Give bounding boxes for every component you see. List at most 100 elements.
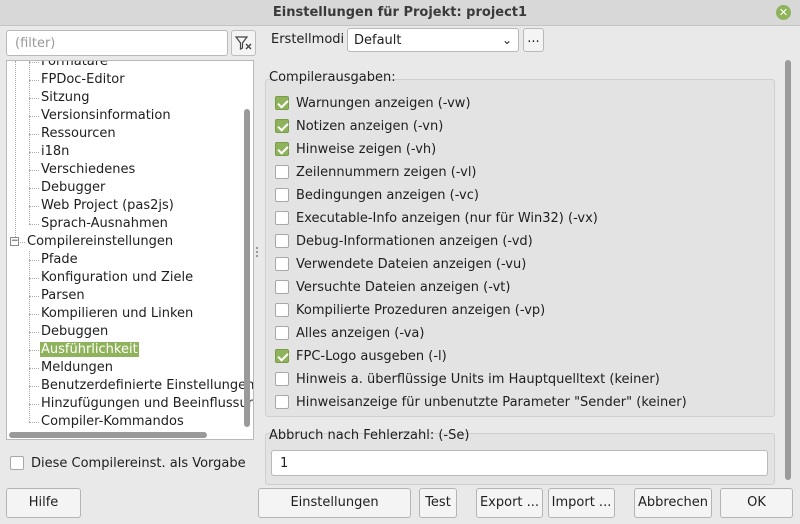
- cancel-button[interactable]: Abbrechen: [634, 488, 712, 518]
- error-limit-input[interactable]: 1: [271, 450, 768, 476]
- compiler-option[interactable]: Hinweisanzeige für unbenutzte Parameter …: [275, 394, 687, 410]
- export-button[interactable]: Export ...: [476, 488, 543, 518]
- options-vertical-scrollbar[interactable]: [785, 60, 791, 480]
- tree-item[interactable]: Compiler-Kommandos: [40, 413, 185, 431]
- tree-item[interactable]: Debugger: [40, 179, 106, 197]
- compiler-option-label: Verwendete Dateien anzeigen (-vu): [296, 256, 527, 272]
- tree-item[interactable]: Hinzufügungen und Beeinflussungen: [40, 395, 253, 413]
- tree-item[interactable]: Web Project (pas2js): [40, 197, 175, 215]
- compiler-option-label: Hinweis a. überflüssige Units im Hauptqu…: [296, 371, 660, 387]
- help-button[interactable]: Hilfe: [6, 488, 81, 518]
- checkbox-icon[interactable]: [275, 165, 289, 179]
- default-compiler-options-label: Diese Compilereinst. als Vorgabe: [31, 455, 246, 471]
- compiler-option-label: Kompilierte Prozeduren anzeigen (-vp): [296, 302, 546, 318]
- compiler-option[interactable]: Debug-Informationen anzeigen (-vd): [275, 233, 533, 249]
- default-compiler-options-checkbox[interactable]: Diese Compilereinst. als Vorgabe: [10, 455, 246, 471]
- checkbox-icon[interactable]: [275, 372, 289, 386]
- tree-item[interactable]: FPDoc-Editor: [40, 71, 126, 89]
- compiler-option[interactable]: Warnungen anzeigen (-vw): [275, 95, 471, 111]
- tree-item-label: Compiler-Kommandos: [41, 414, 184, 429]
- title-bar: Einstellungen für Projekt: project1 ✕: [0, 0, 800, 26]
- checkbox-icon[interactable]: [275, 303, 289, 317]
- compiler-option[interactable]: Zeilennummern zeigen (-vl): [275, 164, 477, 180]
- tree-item[interactable]: Versionsinformation: [40, 107, 172, 125]
- checkbox-icon[interactable]: [275, 349, 289, 363]
- tree-item[interactable]: Ressourcen: [40, 125, 117, 143]
- tree-item[interactable]: Verschiedenes: [40, 161, 136, 179]
- tree-vertical-scrollbar[interactable]: [243, 61, 251, 439]
- checkbox-icon[interactable]: [275, 188, 289, 202]
- tree-item[interactable]: Benutzerdefinierte Einstellungen: [40, 377, 254, 395]
- compiler-option[interactable]: Notizen anzeigen (-vn): [275, 118, 443, 134]
- checkbox-icon[interactable]: [275, 326, 289, 340]
- tree-item[interactable]: Ausführlichkeit: [40, 341, 139, 359]
- tree-item[interactable]: Debuggen: [40, 323, 109, 341]
- compiler-option[interactable]: Alles anzeigen (-va): [275, 325, 424, 341]
- clear-filter-button[interactable]: [231, 30, 256, 56]
- tree-item-label: Web Project (pas2js): [41, 198, 174, 213]
- tree-item-label: Konfiguration und Ziele: [41, 270, 194, 285]
- ok-button[interactable]: OK: [720, 488, 793, 518]
- checkbox-icon[interactable]: [275, 142, 289, 156]
- compiler-option[interactable]: Executable-Info anzeigen (nur für Win32)…: [275, 210, 598, 226]
- compiler-option[interactable]: Verwendete Dateien anzeigen (-vu): [275, 256, 526, 272]
- close-icon[interactable]: ✕: [776, 5, 791, 20]
- compiler-option-label: Zeilennummern zeigen (-vl): [296, 164, 477, 180]
- checkbox-icon[interactable]: [275, 211, 289, 225]
- tree-item[interactable]: Formatare: [40, 60, 109, 71]
- checkbox-icon[interactable]: [275, 395, 289, 409]
- build-mode-label: Erstellmodi: [271, 32, 345, 47]
- splitter-handle[interactable]: [255, 245, 259, 259]
- tree-item[interactable]: Compilereinstellungen: [26, 233, 174, 251]
- collapse-icon[interactable]: −: [10, 237, 19, 246]
- chevron-down-icon: ⌄: [501, 33, 512, 47]
- compiler-option-label: Versuchte Dateien anzeigen (-vt): [296, 279, 511, 295]
- tree-item-label: Debugger: [41, 180, 106, 195]
- compiler-option-label: Bedingungen anzeigen (-vc): [296, 187, 479, 203]
- tree-item-label: Benutzerdefinierte Einstellungen: [41, 378, 254, 393]
- tree-item[interactable]: Sitzung: [40, 89, 91, 107]
- tree-item-label: Formatare: [41, 60, 108, 69]
- tree-item[interactable]: Konfiguration und Ziele: [40, 269, 194, 287]
- tree-item[interactable]: Pfade: [40, 251, 79, 269]
- filter-input[interactable]: (filter): [6, 30, 228, 56]
- build-mode-value: Default: [354, 33, 402, 48]
- checkbox-icon[interactable]: [275, 234, 289, 248]
- compiler-option[interactable]: Hinweise zeigen (-vh): [275, 141, 436, 157]
- tree-item-label: Meldungen: [41, 360, 114, 375]
- checkbox-icon[interactable]: [275, 96, 289, 110]
- filter-clear-icon: [234, 36, 252, 50]
- tree-item-label: Parsen: [41, 288, 85, 303]
- checkbox-icon[interactable]: [275, 280, 289, 294]
- import-button[interactable]: Import ...: [548, 488, 615, 518]
- compiler-option[interactable]: Bedingungen anzeigen (-vc): [275, 187, 479, 203]
- tree-item-label: Verschiedenes: [41, 162, 136, 177]
- tree-item-label: Compilereinstellungen: [27, 234, 174, 249]
- compiler-option[interactable]: Versuchte Dateien anzeigen (-vt): [275, 279, 510, 295]
- test-button[interactable]: Test: [419, 488, 457, 518]
- tree-item[interactable]: Parsen: [40, 287, 86, 305]
- compiler-option[interactable]: FPC-Logo ausgeben (-l): [275, 348, 447, 364]
- checkbox-icon[interactable]: [10, 456, 24, 470]
- tree-item[interactable]: Meldungen: [40, 359, 114, 377]
- compiler-option-label: Notizen anzeigen (-vn): [296, 118, 444, 134]
- compiler-option-label: Warnungen anzeigen (-vw): [296, 95, 471, 111]
- tree-item[interactable]: i18n: [40, 143, 70, 161]
- error-limit-title: Abbruch nach Fehlerzahl: (-Se): [269, 428, 470, 443]
- checkbox-icon[interactable]: [275, 119, 289, 133]
- tree-item-label: Hinzufügungen und Beeinflussungen: [41, 396, 253, 411]
- tree-item[interactable]: Sprach-Ausnahmen: [40, 215, 169, 233]
- compiler-option[interactable]: Hinweis a. überflüssige Units im Hauptqu…: [275, 371, 660, 387]
- build-mode-select[interactable]: Default ⌄: [347, 28, 519, 52]
- checkbox-icon[interactable]: [275, 257, 289, 271]
- compiler-option-label: Hinweisanzeige für unbenutzte Parameter …: [296, 394, 687, 410]
- tree-item[interactable]: Kompilieren und Linken: [40, 305, 194, 323]
- compiler-option[interactable]: Kompilierte Prozeduren anzeigen (-vp): [275, 302, 545, 318]
- options-tree[interactable]: Formatare FPDoc-Editor Sitzung Versionsinfo…: [6, 60, 254, 440]
- tree-horizontal-scrollbar[interactable]: [7, 430, 243, 439]
- show-options-button[interactable]: Einstellungen anzeigen: [258, 488, 411, 524]
- tree-item-label: Pfade: [41, 252, 78, 267]
- tree-item-label: i18n: [41, 144, 70, 159]
- tree-item-label: FPDoc-Editor: [41, 72, 125, 87]
- build-mode-more-button[interactable]: ...: [523, 28, 544, 52]
